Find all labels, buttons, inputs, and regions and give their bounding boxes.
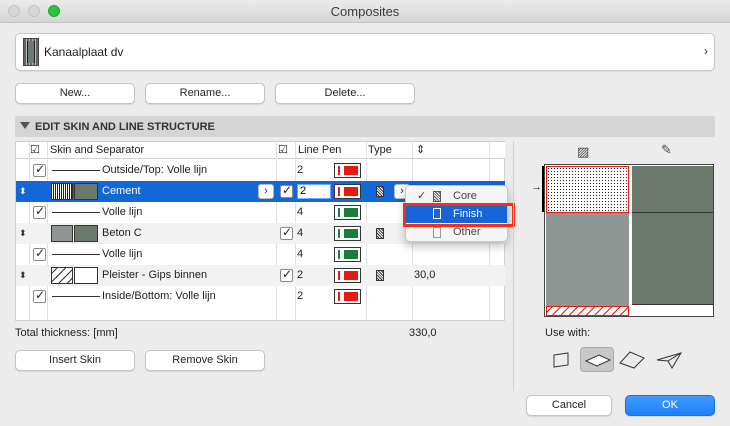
type-icon xyxy=(376,270,384,281)
table-row[interactable]: Outside/Top: Volle lijn 2 xyxy=(16,160,505,181)
check-all-icon[interactable]: ☑ xyxy=(30,143,40,156)
composite-name: Kanaalplaat dv xyxy=(44,45,124,59)
pen-check-icon[interactable]: ☑ xyxy=(278,143,288,156)
drag-handle-icon[interactable]: ⬍ xyxy=(19,223,27,244)
type-icon xyxy=(376,228,384,239)
total-thickness-label: Total thickness: [mm] xyxy=(15,327,118,339)
pen-checkbox[interactable] xyxy=(280,225,293,240)
pen-number[interactable]: 4 xyxy=(297,244,303,265)
row-label: Outside/Top: Volle lijn xyxy=(102,164,208,176)
pen-swatch[interactable] xyxy=(334,289,361,304)
row-label: Volle lijn xyxy=(102,248,143,260)
section-edit-skin[interactable]: EDIT SKIN AND LINE STRUCTURE xyxy=(15,116,715,137)
wall-tool-icon[interactable] xyxy=(544,347,578,372)
title-bar: Composites xyxy=(0,0,730,23)
remove-skin-button[interactable]: Remove Skin xyxy=(145,350,265,371)
pen-number[interactable]: 4 xyxy=(297,223,303,244)
color-swatch[interactable] xyxy=(74,267,98,284)
pen-number[interactable]: 2 xyxy=(297,160,303,181)
thickness-icon: ⇕ xyxy=(416,144,426,156)
arrow-right-icon: → xyxy=(531,181,542,193)
pen-number[interactable]: 4 xyxy=(297,202,303,223)
section-title: EDIT SKIN AND LINE STRUCTURE xyxy=(35,121,215,133)
pen-swatch[interactable] xyxy=(334,184,361,199)
chevron-right-icon: › xyxy=(704,44,708,58)
fill-swatch[interactable] xyxy=(51,183,73,200)
visibility-checkbox[interactable] xyxy=(33,288,46,303)
skin-menu-button[interactable]: › xyxy=(258,184,274,199)
type-icon xyxy=(376,186,384,197)
thickness-value[interactable]: 30,0 xyxy=(414,265,435,286)
header-skin-separator: Skin and Separator xyxy=(50,144,145,156)
drag-handle-icon[interactable]: ⬍ xyxy=(19,181,27,202)
color-swatch[interactable] xyxy=(74,183,98,200)
pen-number[interactable]: 2 xyxy=(297,286,303,307)
pen-checkbox[interactable] xyxy=(280,267,293,282)
drag-handle-icon[interactable]: ⬍ xyxy=(19,265,27,286)
other-type-icon xyxy=(433,227,441,238)
header-type: Type xyxy=(368,144,392,156)
table-row[interactable]: Inside/Bottom: Volle lijn 2 xyxy=(16,286,505,307)
table-row[interactable]: ⬍ Pleister - Gips binnen 2 30,0 xyxy=(16,265,505,286)
composite-preview-icon xyxy=(23,38,39,66)
roof-tool-icon[interactable] xyxy=(616,347,650,372)
pen-swatch[interactable] xyxy=(334,163,361,178)
row-label: Pleister - Gips binnen xyxy=(102,269,208,281)
pen-swatch[interactable] xyxy=(334,205,361,220)
new-button[interactable]: New... xyxy=(15,83,135,104)
pen-number-input[interactable]: 2 xyxy=(297,184,331,199)
pen-swatch[interactable] xyxy=(334,268,361,283)
visibility-checkbox[interactable] xyxy=(33,162,46,177)
disclosure-triangle-icon xyxy=(20,122,30,129)
header-line-pen: Line Pen xyxy=(298,144,342,156)
composite-preview xyxy=(544,164,714,317)
composite-selector[interactable]: Kanaalplaat dv › xyxy=(15,33,715,71)
color-swatch[interactable] xyxy=(74,225,98,242)
fill-swatch[interactable] xyxy=(51,267,73,284)
ok-button[interactable]: OK xyxy=(625,395,715,416)
window-title: Composites xyxy=(330,4,400,19)
visibility-checkbox[interactable] xyxy=(33,246,46,261)
visibility-checkbox[interactable] xyxy=(33,204,46,219)
row-label: Beton C xyxy=(102,227,142,239)
rename-button[interactable]: Rename... xyxy=(145,83,265,104)
pen-number[interactable]: 2 xyxy=(297,265,303,286)
shell-tool-icon[interactable] xyxy=(652,347,686,372)
brush-icon[interactable]: ✎ xyxy=(661,142,672,158)
cancel-button[interactable]: Cancel xyxy=(526,395,612,416)
annotation-highlight xyxy=(403,203,515,227)
pen-checkbox[interactable] xyxy=(280,183,293,198)
row-label: Cement xyxy=(102,185,141,197)
row-label: Inside/Bottom: Volle lijn xyxy=(102,290,216,302)
pen-swatch[interactable] xyxy=(334,247,361,262)
total-thickness-value: 330,0 xyxy=(409,327,437,339)
pen-swatch[interactable] xyxy=(334,226,361,241)
delete-button[interactable]: Delete... xyxy=(275,83,415,104)
table-row[interactable]: Volle lijn 4 xyxy=(16,244,505,265)
core-type-icon xyxy=(433,191,441,202)
slab-tool-icon[interactable] xyxy=(580,347,614,372)
insert-skin-button[interactable]: Insert Skin xyxy=(15,350,135,371)
cut-fill-icon[interactable]: ▨ xyxy=(577,144,589,160)
row-label: Volle lijn xyxy=(102,206,143,218)
fill-swatch[interactable] xyxy=(51,225,73,242)
use-with-label: Use with: xyxy=(545,327,591,339)
